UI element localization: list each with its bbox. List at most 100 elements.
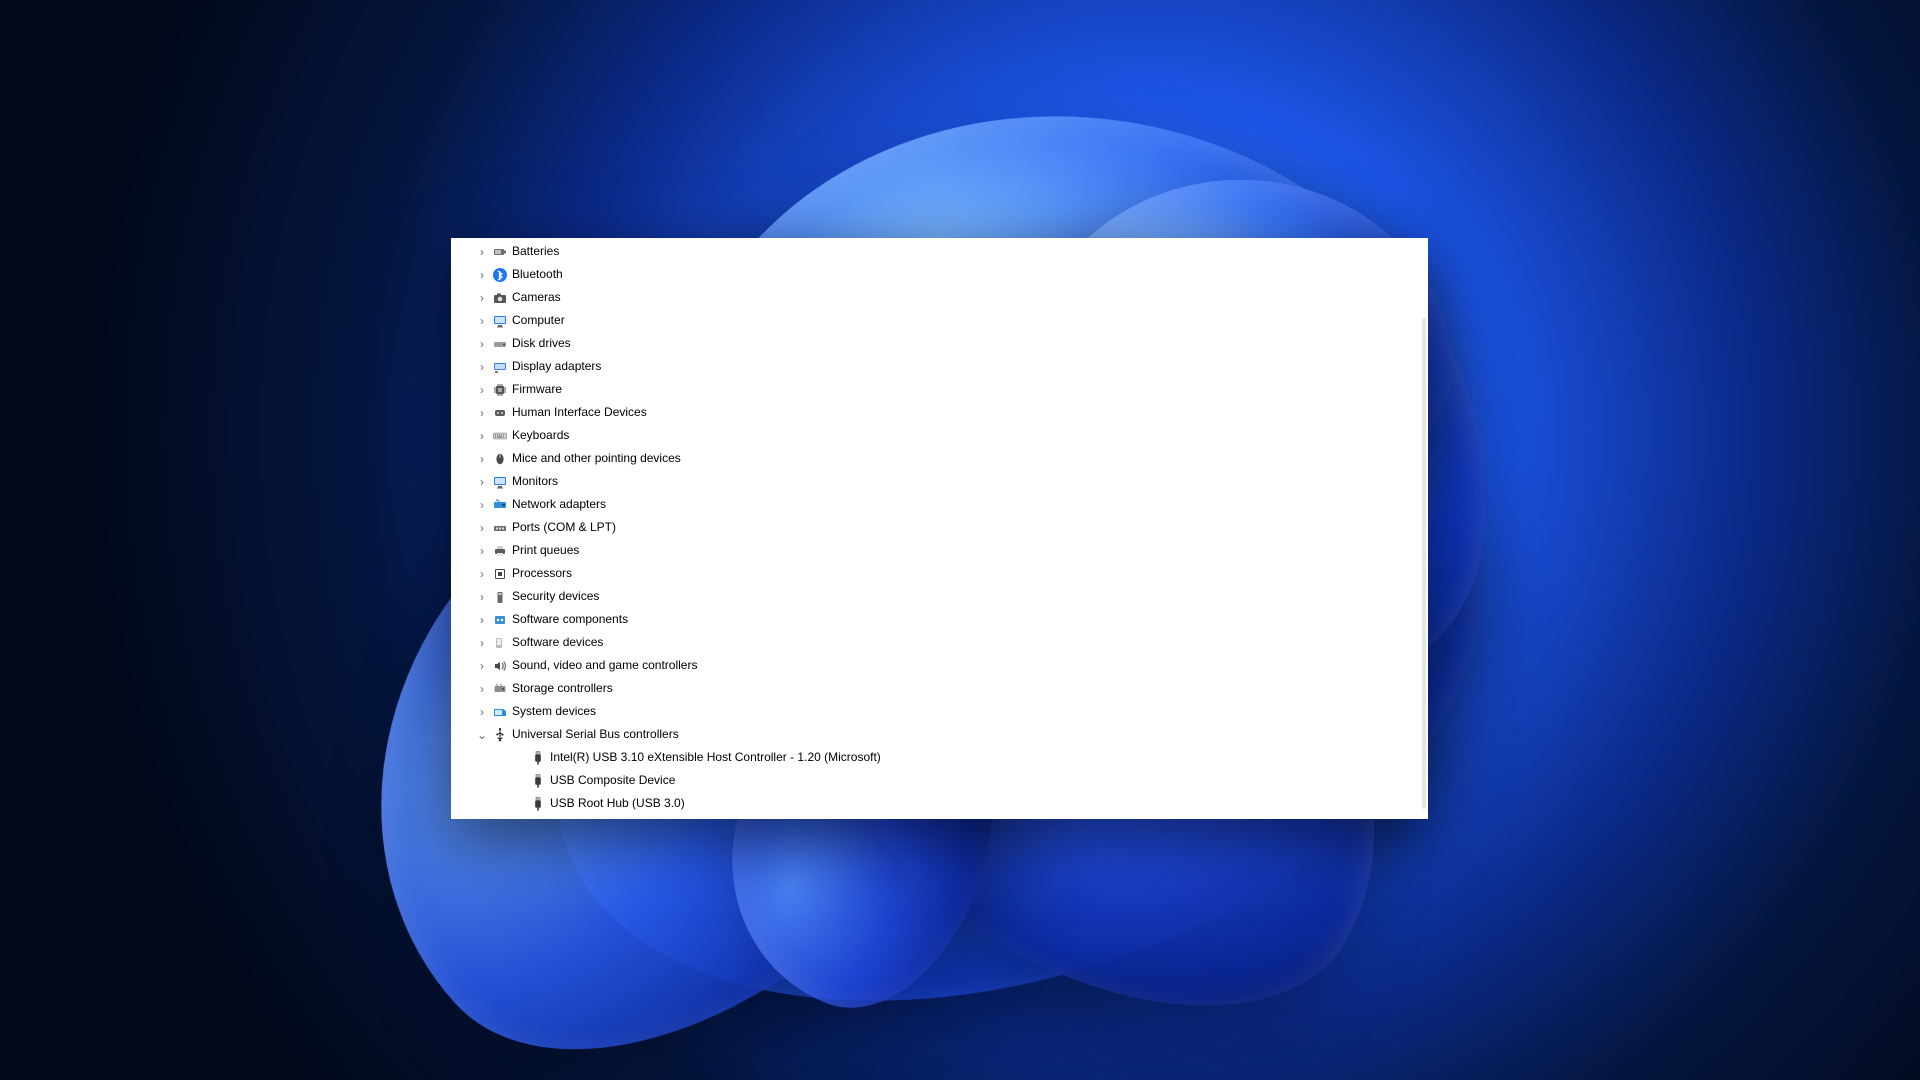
device-node-label: Intel(R) USB 3.10 eXtensible Host Contro… xyxy=(550,746,881,769)
device-node-label: Security devices xyxy=(512,585,599,608)
device-node-print-queues[interactable]: › Print queues xyxy=(475,539,1418,562)
hid-icon xyxy=(492,405,508,421)
device-node-system-devices[interactable]: › System devices xyxy=(475,700,1418,723)
device-node-usb-comp[interactable]: USB Composite Device xyxy=(513,769,1418,792)
chevron-right-icon[interactable]: › xyxy=(475,613,489,627)
device-node-cameras[interactable]: › Cameras xyxy=(475,286,1418,309)
chevron-right-icon[interactable]: › xyxy=(475,567,489,581)
device-node-label: Batteries xyxy=(512,240,559,263)
device-node-label: Keyboards xyxy=(512,424,569,447)
device-node-label: USB Root Hub (USB 3.0) xyxy=(550,792,685,815)
usb-plug-icon xyxy=(530,750,546,766)
device-node-batteries[interactable]: › Batteries xyxy=(475,240,1418,263)
device-node-label: Bluetooth xyxy=(512,263,563,286)
chip-icon xyxy=(492,382,508,398)
device-node-label: Network adapters xyxy=(512,493,606,516)
device-node-label: Firmware xyxy=(512,378,562,401)
battery-icon xyxy=(492,244,508,260)
camera-icon xyxy=(492,290,508,306)
system-device-icon xyxy=(492,704,508,720)
storage-controller-icon xyxy=(492,681,508,697)
drive-icon xyxy=(492,336,508,352)
device-node-label: Human Interface Devices xyxy=(512,401,647,424)
keyboard-icon xyxy=(492,428,508,444)
chevron-right-icon[interactable]: › xyxy=(475,705,489,719)
chevron-right-icon[interactable]: › xyxy=(475,636,489,650)
chevron-right-icon[interactable]: › xyxy=(475,590,489,604)
device-node-display-adapters[interactable]: › Display adapters xyxy=(475,355,1418,378)
device-node-label: Ports (COM & LPT) xyxy=(512,516,616,539)
display-adapter-icon xyxy=(492,359,508,375)
device-node-hid[interactable]: › Human Interface Devices xyxy=(475,401,1418,424)
device-node-keyboards[interactable]: › Keyboards xyxy=(475,424,1418,447)
device-node-processors[interactable]: › Processors xyxy=(475,562,1418,585)
chevron-right-icon[interactable]: › xyxy=(475,475,489,489)
device-node-firmware[interactable]: › Firmware xyxy=(475,378,1418,401)
device-node-label: USB Composite Device xyxy=(550,769,675,792)
device-node-label: Software components xyxy=(512,608,628,631)
chevron-down-icon[interactable]: ⌄ xyxy=(475,728,489,742)
mouse-icon xyxy=(492,451,508,467)
cpu-icon xyxy=(492,566,508,582)
device-node-label: Print queues xyxy=(512,539,579,562)
device-node-network-adapters[interactable]: › Network adapters xyxy=(475,493,1418,516)
device-node-label: Sound, video and game controllers xyxy=(512,654,697,677)
device-node-label: Storage controllers xyxy=(512,677,613,700)
device-node-usb-root[interactable]: USB Root Hub (USB 3.0) xyxy=(513,792,1418,815)
chevron-right-icon[interactable]: › xyxy=(475,291,489,305)
scrollbar[interactable] xyxy=(1422,318,1426,809)
device-node-label: Software devices xyxy=(512,631,603,654)
device-node-ports[interactable]: › Ports (COM & LPT) xyxy=(475,516,1418,539)
chevron-right-icon[interactable]: › xyxy=(475,544,489,558)
device-tree[interactable]: › Batteries › Bluetooth › Cameras › Computer › Di… xyxy=(451,238,1428,819)
device-node-label: Universal Serial Bus controllers xyxy=(512,723,679,746)
component-icon xyxy=(492,612,508,628)
device-node-disk-drives[interactable]: › Disk drives xyxy=(475,332,1418,355)
chevron-right-icon[interactable]: › xyxy=(475,337,489,351)
speaker-icon xyxy=(492,658,508,674)
chevron-right-icon[interactable]: › xyxy=(475,268,489,282)
network-adapter-icon xyxy=(492,497,508,513)
chevron-right-icon[interactable]: › xyxy=(475,383,489,397)
chevron-right-icon[interactable]: › xyxy=(475,498,489,512)
chevron-right-icon[interactable]: › xyxy=(475,429,489,443)
device-node-software-components[interactable]: › Software components xyxy=(475,608,1418,631)
chevron-right-icon[interactable]: › xyxy=(475,406,489,420)
device-node-monitors[interactable]: › Monitors xyxy=(475,470,1418,493)
device-node-mice[interactable]: › Mice and other pointing devices xyxy=(475,447,1418,470)
device-node-usb-controllers[interactable]: ⌄ Universal Serial Bus controllers xyxy=(475,723,1418,746)
monitor-icon xyxy=(492,313,508,329)
device-node-label: Mice and other pointing devices xyxy=(512,447,681,470)
chevron-right-icon[interactable]: › xyxy=(475,314,489,328)
device-node-software-devices[interactable]: › Software devices xyxy=(475,631,1418,654)
chevron-right-icon[interactable]: › xyxy=(475,682,489,696)
device-node-label: Disk drives xyxy=(512,332,571,355)
usb-plug-icon xyxy=(530,796,546,812)
chevron-right-icon[interactable]: › xyxy=(475,452,489,466)
chevron-right-icon[interactable]: › xyxy=(475,659,489,673)
chevron-right-icon[interactable]: › xyxy=(475,360,489,374)
usb-icon xyxy=(492,727,508,743)
software-device-icon xyxy=(492,635,508,651)
device-node-label: Display adapters xyxy=(512,355,601,378)
monitor-icon xyxy=(492,474,508,490)
printer-icon xyxy=(492,543,508,559)
device-node-label: Computer xyxy=(512,309,565,332)
device-node-computer[interactable]: › Computer xyxy=(475,309,1418,332)
device-node-label: Processors xyxy=(512,562,572,585)
device-node-label: Cameras xyxy=(512,286,561,309)
usb-plug-icon xyxy=(530,773,546,789)
security-icon xyxy=(492,589,508,605)
chevron-right-icon[interactable]: › xyxy=(475,521,489,535)
device-node-security-devices[interactable]: › Security devices xyxy=(475,585,1418,608)
device-node-label: Monitors xyxy=(512,470,558,493)
device-node-usb-xhci[interactable]: Intel(R) USB 3.10 eXtensible Host Contro… xyxy=(513,746,1418,769)
device-manager-window[interactable]: › Batteries › Bluetooth › Cameras › Computer › Di… xyxy=(451,238,1428,819)
port-icon xyxy=(492,520,508,536)
device-node-label: System devices xyxy=(512,700,596,723)
device-node-sound[interactable]: › Sound, video and game controllers xyxy=(475,654,1418,677)
device-node-storage-controllers[interactable]: › Storage controllers xyxy=(475,677,1418,700)
device-node-bluetooth[interactable]: › Bluetooth xyxy=(475,263,1418,286)
bluetooth-icon xyxy=(492,267,508,283)
chevron-right-icon[interactable]: › xyxy=(475,245,489,259)
